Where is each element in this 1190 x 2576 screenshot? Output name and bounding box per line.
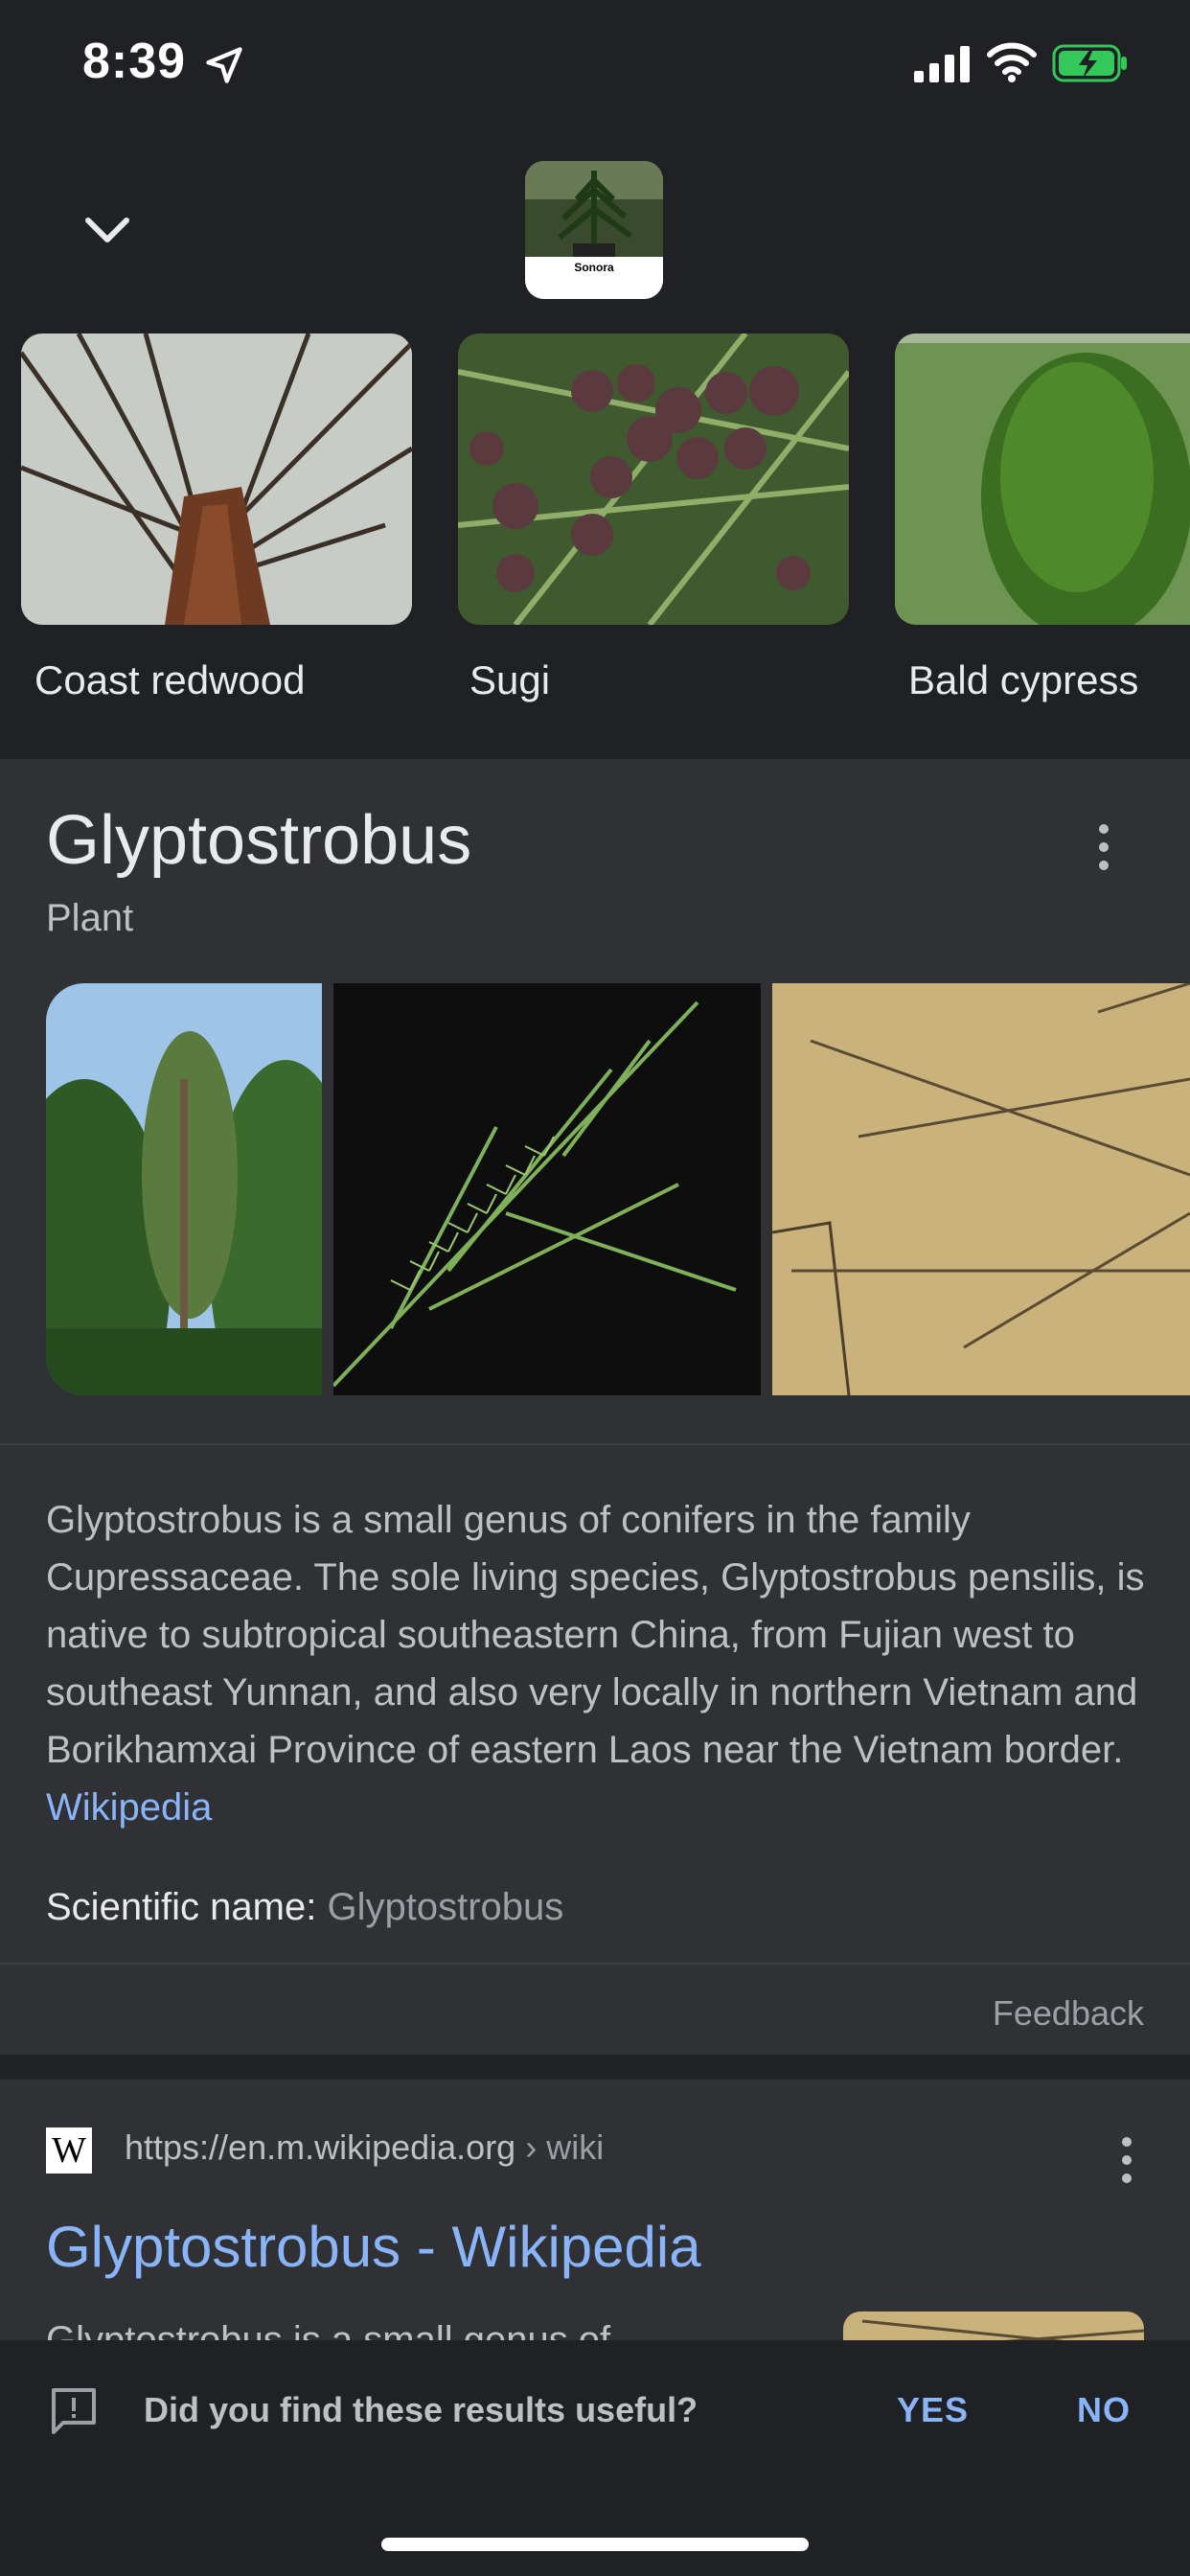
panel-description: Glyptostrobus is a small genus of conife… <box>46 1499 1145 1828</box>
result-title-link[interactable]: Glyptostrobus - Wikipedia <box>46 2214 701 2280</box>
battery-charging-icon <box>1052 44 1127 82</box>
similar-image-bald-cypress[interactable] <box>895 334 1190 625</box>
panel-image-tree[interactable] <box>46 983 322 1395</box>
chevron-down-icon[interactable] <box>80 203 134 257</box>
signal-icon <box>914 46 970 82</box>
yes-button[interactable]: YES <box>897 2390 969 2430</box>
scientific-name-value: Glyptostrobus <box>327 1886 564 1928</box>
knowledge-panel <box>0 759 1190 2055</box>
similar-image-coast-redwood[interactable] <box>21 334 412 625</box>
wifi-icon <box>987 42 1037 82</box>
panel-subtitle: Plant <box>46 897 134 939</box>
query-image-thumbnail[interactable]: Sonora <box>525 161 663 299</box>
scientific-name-label: Scientific name: <box>46 1886 317 1928</box>
feedback-question: Did you find these results useful? <box>144 2390 698 2429</box>
result-url[interactable]: https://en.m.wikipedia.org › wiki <box>125 2128 604 2168</box>
similar-label-coast-redwood[interactable]: Coast redwood <box>34 657 306 703</box>
panel-image-fossil[interactable] <box>772 983 1190 1395</box>
section-separator <box>0 2055 1190 2080</box>
status-time: 8:39 <box>82 34 187 89</box>
more-vert-icon[interactable] <box>1094 824 1113 872</box>
similar-label-bald-cypress[interactable]: Bald cypress <box>908 657 1138 703</box>
panel-divider <box>0 1443 1190 1445</box>
home-indicator[interactable] <box>381 2538 809 2551</box>
result-more-vert-icon[interactable] <box>1117 2137 1136 2185</box>
scientific-name-row: Scientific name: Glyptostrobus <box>46 1886 563 1929</box>
panel-title: Glyptostrobus <box>46 802 472 879</box>
location-arrow-icon <box>206 47 242 83</box>
query-image-caption: Sonora <box>574 261 614 274</box>
similar-label-sugi[interactable]: Sugi <box>469 657 550 703</box>
wikipedia-favicon: W <box>46 2128 92 2174</box>
feedback-link[interactable]: Feedback <box>993 1993 1144 2034</box>
panel-image-branch[interactable] <box>333 983 761 1395</box>
similar-image-sugi[interactable] <box>458 334 849 625</box>
panel-divider-bottom <box>0 1963 1190 1965</box>
wikipedia-source-link[interactable]: Wikipedia <box>46 1786 212 1828</box>
no-button[interactable]: NO <box>1077 2390 1131 2430</box>
feedback-icon <box>52 2388 96 2434</box>
